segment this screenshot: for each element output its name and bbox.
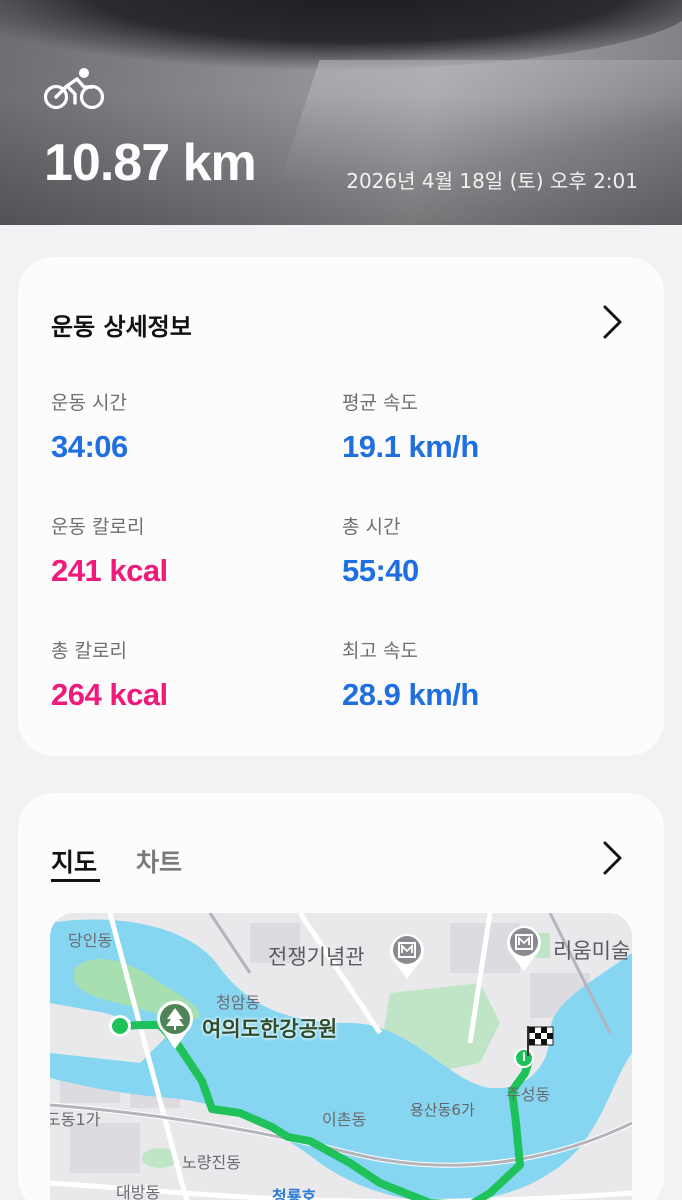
museum-icon (390, 933, 424, 979)
checkered-flag-icon (527, 1026, 554, 1056)
stat-max-speed: 최고 속도 28.9 km/h (342, 636, 479, 713)
stat-average-speed: 평균 속도 19.1 km/h (342, 388, 479, 465)
stat-label: 평균 속도 (342, 392, 418, 414)
museum-icon (507, 925, 541, 971)
map-label: 주성동 (506, 1085, 551, 1104)
workout-datetime: 2026년 4월 18일 (토) 오후 2:01 (346, 169, 638, 193)
cycling-icon (43, 68, 105, 110)
stat-value: 55:40 (342, 553, 419, 588)
map-label: 청암동 (216, 993, 261, 1012)
stat-exercise-time: 운동 시간 34:06 (51, 388, 128, 465)
stat-label: 운동 시간 (51, 392, 127, 414)
chevron-right-icon[interactable] (602, 304, 624, 340)
map-label: 도동1가 (50, 1110, 101, 1129)
stat-total-time: 총 시간 55:40 (342, 512, 419, 589)
tab-selected-indicator (51, 879, 100, 882)
stat-total-calories: 총 칼로리 264 kcal (51, 636, 168, 713)
details-title: 운동 상세정보 (51, 313, 192, 341)
map-label: 용산동6가 (410, 1101, 475, 1119)
stat-label: 최고 속도 (342, 640, 418, 662)
stat-value: 264 kcal (51, 677, 168, 712)
map-label: 전쟁기념관 (268, 945, 365, 969)
stat-value: 19.1 km/h (342, 429, 479, 464)
workout-details-card[interactable]: 운동 상세정보 운동 시간 34:06 평균 속도 19.1 km/h 운동 칼… (18, 257, 664, 756)
stat-label: 총 칼로리 (51, 640, 127, 662)
map-label: 당인동 (68, 931, 113, 950)
tab-chart[interactable]: 차트 (136, 843, 182, 879)
stat-value: 28.9 km/h (342, 677, 479, 712)
stat-label: 총 시간 (342, 516, 401, 538)
stat-exercise-calories: 운동 칼로리 241 kcal (51, 512, 168, 589)
total-distance: 10.87 km (44, 134, 257, 192)
map-label: 이촌동 (322, 1110, 367, 1129)
route-map[interactable]: 당인동 전쟁기념관 리움미술 청암동 여의도한강공원 이촌동 용산동6가 주성동… (50, 913, 632, 1200)
stat-label: 운동 칼로리 (51, 516, 145, 538)
chevron-right-icon[interactable] (602, 840, 624, 876)
map-label: 리움미술 (553, 939, 631, 963)
map-label: 대방동 (116, 1183, 161, 1200)
stat-value: 241 kcal (51, 553, 168, 588)
stat-value: 34:06 (51, 429, 128, 464)
map-label: 노량진동 (182, 1153, 241, 1172)
tab-map[interactable]: 지도 (51, 843, 97, 879)
map-label: 청룡호 (272, 1187, 317, 1200)
route-map-card: 지도 차트 당인동 전쟁기념관 리움미술 청암동 여의도한강공원 이촌동 용산동… (18, 793, 664, 1200)
map-label-park: 여의도한강공원 (202, 1017, 338, 1041)
park-tree-icon (157, 1000, 193, 1049)
activity-header: 10.87 km 2026년 4월 18일 (토) 오후 2:01 (0, 0, 682, 225)
